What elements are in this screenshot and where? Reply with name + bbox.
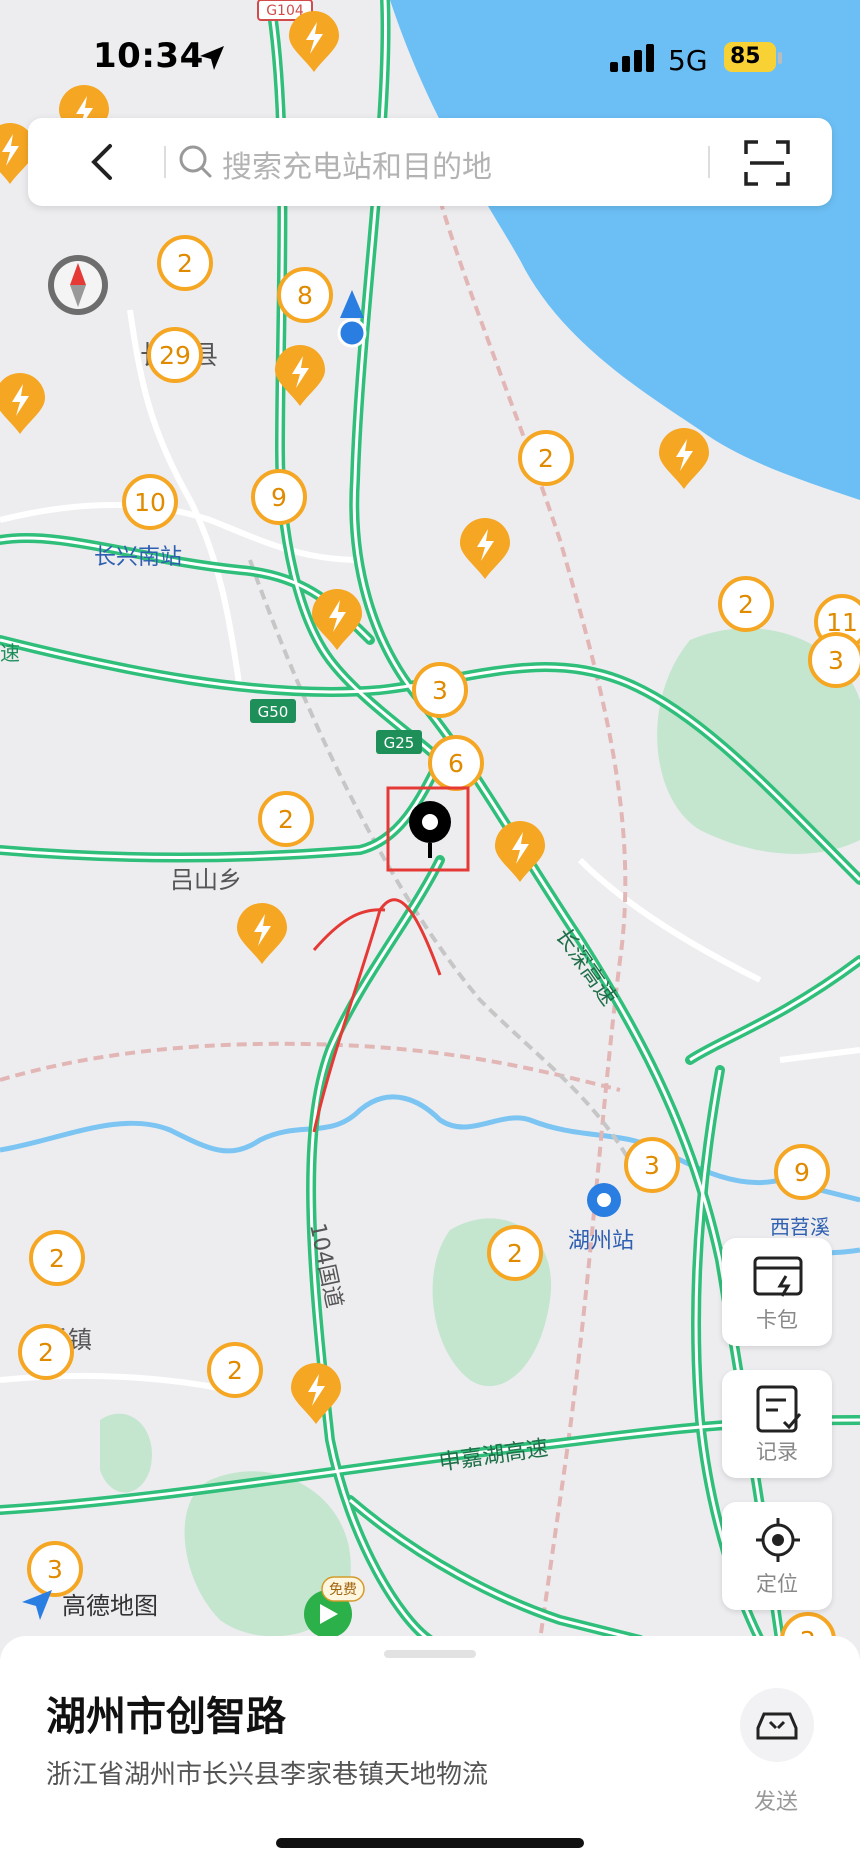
search-input[interactable]: 搜索充电站和目的地: [222, 142, 492, 186]
svg-text:高德地图: 高德地图: [62, 1592, 158, 1620]
cluster-count: 3: [432, 676, 448, 705]
wallet-label: 卡包: [756, 1308, 798, 1332]
cluster-count: 9: [794, 1158, 810, 1187]
map-label: 速: [0, 641, 20, 665]
status-bar: 10:34 5G 85: [0, 0, 860, 110]
destination-marker-icon: [409, 801, 451, 858]
records-button[interactable]: 记录: [722, 1370, 832, 1478]
green-area: [100, 1413, 152, 1493]
charging-cluster[interactable]: 3: [624, 1137, 680, 1193]
records-label: 记录: [756, 1440, 798, 1464]
card-wallet-icon: [753, 1256, 803, 1297]
send-button[interactable]: [740, 1688, 814, 1762]
charging-cluster[interactable]: 2: [258, 791, 314, 847]
charging-cluster[interactable]: 8: [277, 267, 333, 323]
user-location-icon: [337, 290, 367, 348]
charging-cluster[interactable]: 2: [207, 1342, 263, 1398]
charging-cluster[interactable]: 3: [27, 1541, 83, 1597]
search-bar[interactable]: 搜索充电站和目的地: [28, 118, 832, 206]
charging-cluster[interactable]: 2: [18, 1324, 74, 1380]
charging-cluster[interactable]: 9: [774, 1144, 830, 1200]
cluster-count: 3: [828, 646, 844, 675]
charging-cluster[interactable]: 2: [157, 235, 213, 291]
records-icon: [756, 1385, 802, 1433]
home-indicator: [276, 1838, 584, 1848]
river: [0, 1094, 860, 1203]
wallet-button[interactable]: 卡包: [722, 1238, 832, 1346]
divider: [708, 146, 710, 178]
back-icon[interactable]: [88, 142, 118, 182]
cluster-count: 2: [507, 1239, 523, 1268]
battery-level: 85: [730, 44, 761, 69]
charging-cluster[interactable]: 2: [718, 576, 774, 632]
cluster-count: 29: [159, 341, 191, 370]
cluster-count: 8: [297, 281, 313, 310]
charger-pin-icon[interactable]: [460, 518, 510, 579]
cluster-count: 2: [227, 1356, 243, 1385]
destination-sheet[interactable]: 湖州市创智路 浙江省湖州市长兴县李家巷镇天地物流 发送: [0, 1636, 860, 1864]
cluster-count: 10: [134, 488, 166, 517]
charging-cluster[interactable]: 2: [487, 1225, 543, 1281]
compass-icon: [48, 255, 108, 315]
divider: [164, 146, 166, 178]
charging-cluster[interactable]: 3: [412, 662, 468, 718]
svg-text:G25: G25: [384, 734, 415, 752]
cluster-count: 2: [177, 249, 193, 278]
map-label: 长深高速: [550, 924, 621, 1010]
railway: [438, 199, 628, 1641]
signal-icon: [610, 44, 654, 72]
svg-text:G50: G50: [258, 703, 289, 721]
charging-cluster[interactable]: 3: [808, 632, 860, 688]
charging-cluster[interactable]: 10: [122, 474, 178, 530]
charger-pin-icon[interactable]: [291, 1363, 341, 1424]
train-station-icon: [587, 1183, 621, 1217]
map-label: 吕山乡: [170, 866, 242, 894]
railway: [0, 1041, 621, 1092]
map-label: 申嘉湖高速: [437, 1436, 549, 1476]
charger-pin-icon[interactable]: [0, 373, 45, 434]
cluster-count: 2: [278, 805, 294, 834]
cluster-count: 2: [49, 1244, 65, 1273]
road-shield-g25: G25: [376, 730, 422, 754]
cluster-count: 9: [271, 483, 287, 512]
cluster-count: 3: [644, 1151, 660, 1180]
search-icon: [179, 145, 212, 178]
charging-cluster[interactable]: 6: [428, 735, 484, 791]
charging-cluster[interactable]: 2: [29, 1230, 85, 1286]
locate-button[interactable]: 定位: [722, 1502, 832, 1610]
charging-cluster[interactable]: 9: [251, 469, 307, 525]
send-label: 发送: [753, 1790, 798, 1815]
location-arrow-icon: [200, 46, 224, 70]
road-shield-g50: G50: [250, 699, 296, 723]
sheet-handle[interactable]: [384, 1650, 476, 1658]
charger-pin-icon[interactable]: [659, 428, 709, 489]
locate-icon: [756, 1518, 800, 1562]
battery-icon: 85: [724, 42, 776, 72]
charger-pin-icon[interactable]: [237, 903, 287, 964]
locate-label: 定位: [756, 1572, 798, 1596]
map-label: 长兴南站: [94, 545, 182, 570]
network-label: 5G: [668, 44, 708, 77]
battery-tip: [778, 52, 782, 64]
amap-logo: 高德地图: [22, 1590, 158, 1620]
status-time: 10:34: [93, 36, 204, 76]
svg-text:免费: 免费: [329, 1582, 357, 1598]
map-label: 西苕溪: [770, 1215, 830, 1239]
destination-name: 湖州市创智路: [46, 1694, 286, 1740]
cluster-count: 2: [38, 1338, 54, 1367]
destination-address: 浙江省湖州市长兴县李家巷镇天地物流: [46, 1760, 489, 1790]
cluster-count: 6: [448, 749, 464, 778]
cluster-count: 2: [538, 444, 554, 473]
cluster-count: 2: [738, 590, 754, 619]
charging-cluster[interactable]: 2: [518, 430, 574, 486]
cluster-count: 3: [47, 1555, 63, 1584]
charging-cluster[interactable]: 29: [147, 327, 203, 383]
car-icon: [756, 1712, 798, 1740]
map-label: 湖州站: [568, 1229, 634, 1254]
scan-icon[interactable]: [744, 140, 790, 186]
